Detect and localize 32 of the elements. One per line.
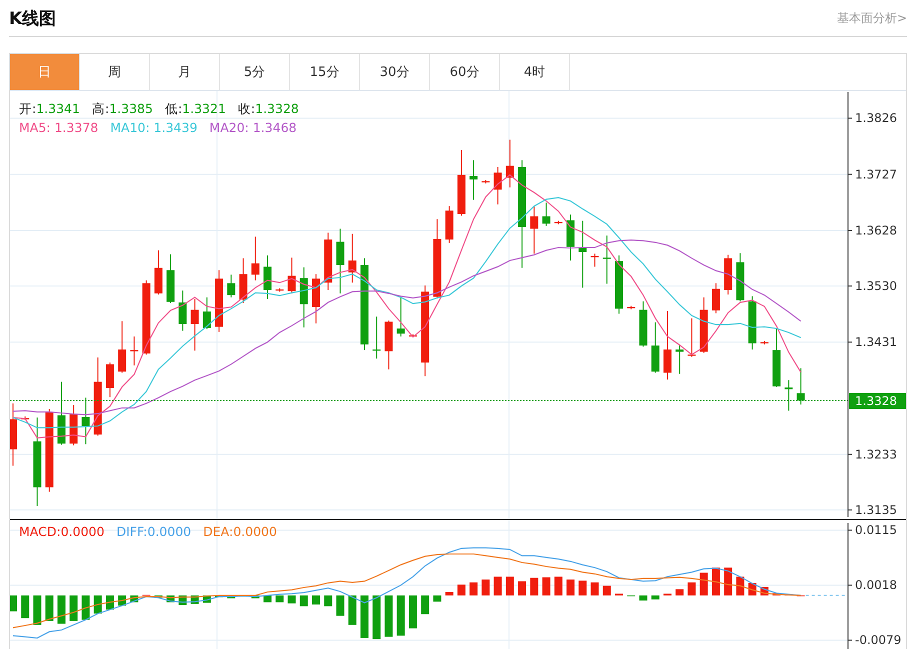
series-name: MA10 — [110, 120, 146, 135]
ohlc-value: 1.3385 — [109, 101, 153, 116]
ohlc-label: 低: — [164, 101, 182, 116]
series-value: :0.0000 — [143, 524, 192, 539]
ohlc-label: 收: — [238, 101, 256, 116]
series-value: : 1.3439 — [145, 120, 198, 135]
series-value: : 1.3468 — [244, 120, 297, 135]
series-value: : 1.3378 — [46, 120, 98, 135]
ohlc-value: 1.3341 — [36, 101, 80, 116]
axis-label: 1.3431 — [855, 335, 897, 350]
axis-label: 1.3628 — [855, 223, 897, 238]
series-name: MACD — [19, 524, 56, 539]
axis-label: 1.3727 — [855, 167, 897, 182]
axis-label: 0.0018 — [855, 578, 897, 592]
axis-label: 0.0115 — [855, 523, 897, 538]
axis-label: 1.3530 — [855, 279, 897, 293]
ohlc-value: 1.3328 — [255, 101, 299, 116]
axis-label: 1.3135 — [855, 502, 897, 517]
series-name: DIFF — [116, 524, 144, 539]
axis-label: 1.3233 — [855, 447, 897, 462]
series-value: :0.0000 — [56, 524, 104, 539]
series-name: DEA — [203, 524, 229, 539]
series-name: MA20 — [209, 120, 245, 135]
ohlc-label: 高: — [92, 101, 110, 116]
ohlc-label: 开: — [19, 101, 36, 116]
axis-label: 1.3826 — [855, 111, 897, 126]
current-price-tag: 1.3328 — [849, 392, 906, 409]
series-value: :0.0000 — [228, 524, 277, 539]
series-name: MA5 — [19, 120, 46, 135]
axis-label: -0.0079 — [855, 633, 902, 648]
ohlc-value: 1.3321 — [182, 101, 226, 116]
page-title: K线图 — [9, 8, 56, 30]
